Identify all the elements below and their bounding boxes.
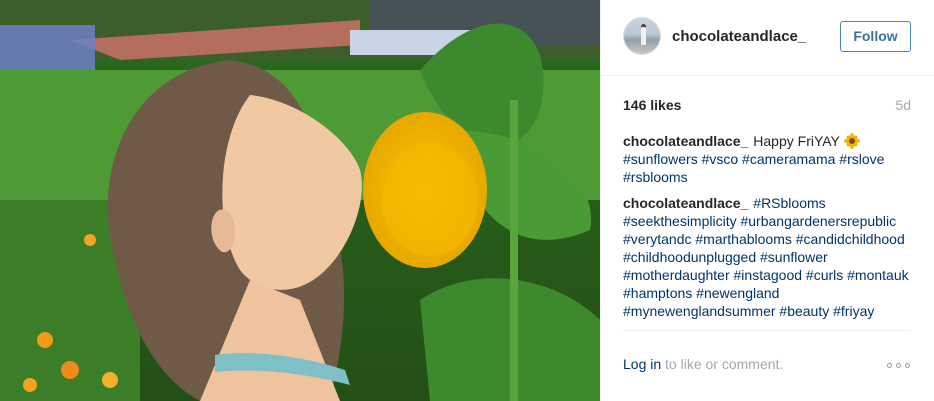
avatar[interactable] [623, 17, 661, 55]
login-link[interactable]: Log in [623, 356, 661, 372]
login-suffix: to like or comment. [661, 356, 784, 372]
post-header: chocolateandlace_ Follow [601, 0, 934, 76]
photo-image [0, 0, 600, 401]
comment-text: Happy FriYAY [753, 133, 840, 149]
comment-author[interactable]: chocolateandlace_ [623, 133, 748, 149]
sunflower-icon [843, 133, 860, 149]
post-sidebar: chocolateandlace_ Follow 146 likes 5d ch… [600, 0, 934, 401]
post-age[interactable]: 5d [895, 97, 911, 113]
comment-item: chocolateandlace_ #RSblooms #seekthesimpl… [623, 194, 911, 320]
avatar-figure [641, 27, 646, 45]
likes-count[interactable]: 146 likes [623, 97, 681, 113]
login-prompt: Log in to like or comment. [623, 356, 783, 372]
post-footer: Log in to like or comment. [623, 330, 911, 401]
follow-button[interactable]: Follow [840, 21, 911, 52]
post-photo[interactable] [0, 0, 600, 401]
username-link[interactable]: chocolateandlace_ [672, 28, 806, 45]
comment-author[interactable]: chocolateandlace_ [623, 195, 748, 211]
likes-row: 146 likes 5d [623, 97, 911, 115]
comment-hashtags[interactable]: #sunflowers #vsco #cameramama #rslove #r… [623, 151, 884, 185]
more-options-icon[interactable] [887, 361, 911, 369]
comment-item: chocolateandlace_ Happy FriYAY #sunflowe… [623, 132, 911, 186]
comments-list[interactable]: chocolateandlace_ Happy FriYAY #sunflowe… [623, 132, 911, 330]
comment-hashtags[interactable]: #RSblooms #seekthesimplicity #urbangarde… [623, 195, 909, 319]
